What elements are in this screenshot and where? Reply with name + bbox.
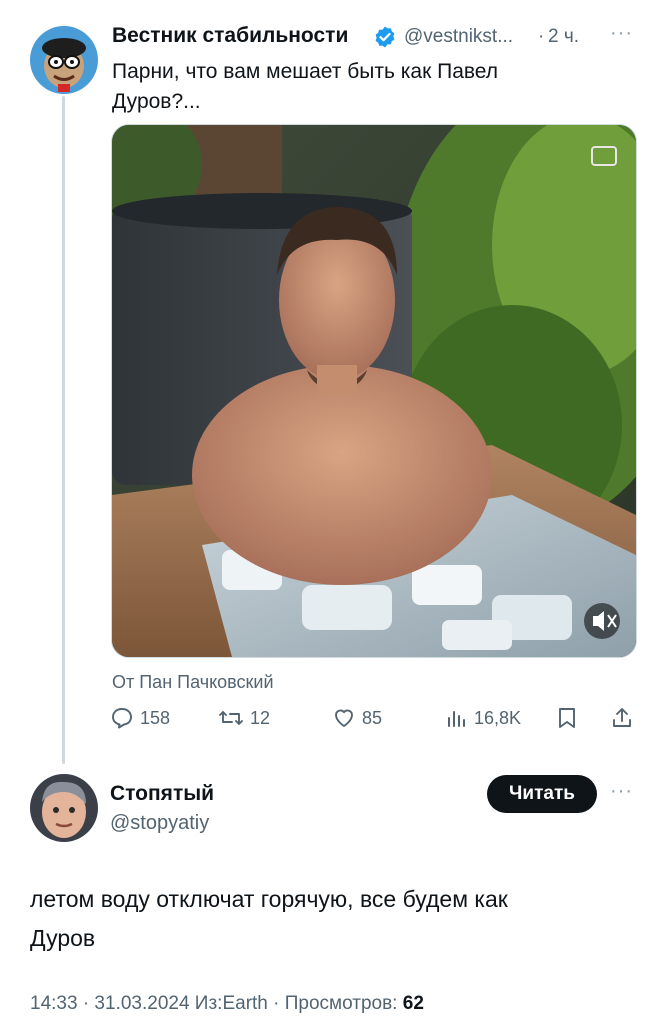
follow-button[interactable]: Читать: [487, 775, 597, 813]
reply-meta: 14:33 · 31.03.2024 Из:Earth · Просмотров…: [30, 993, 424, 1015]
verified-badge-icon: [373, 25, 397, 54]
reply-text-line1: летом воду отключат горячую, все будем к…: [30, 886, 508, 912]
retweet-icon: [218, 706, 244, 730]
reply-text-line2: Дуров: [30, 925, 96, 951]
retweet-count: 12: [250, 707, 271, 728]
reply-handle[interactable]: @stopyatiy: [110, 812, 209, 835]
reply-meta-text: 14:33 · 31.03.2024 Из:Earth · Просмотров…: [30, 993, 403, 1014]
avatar-vestnik[interactable]: [30, 26, 98, 94]
tweet-text-line2: Дуров?...: [112, 90, 201, 113]
tweet-video[interactable]: [111, 124, 637, 658]
reply-more-icon[interactable]: ···: [610, 780, 633, 803]
views-count: 16,8K: [474, 707, 522, 728]
like-count: 85: [362, 707, 383, 728]
views-action[interactable]: 16,8K: [444, 706, 521, 730]
bookmark-icon[interactable]: [556, 706, 578, 730]
heart-icon: [332, 706, 356, 730]
tweet-more-icon[interactable]: ···: [610, 22, 633, 45]
tweet-author-name[interactable]: Вестник стабильности: [112, 24, 348, 48]
like-action[interactable]: 85: [332, 706, 382, 730]
views-chart-icon: [444, 706, 468, 730]
reply-count: 158: [140, 707, 171, 728]
reply-action[interactable]: 158: [110, 706, 170, 730]
video-frame-image: [112, 125, 636, 657]
reply-icon: [110, 706, 134, 730]
share-icon[interactable]: [610, 706, 634, 730]
tweet-handle[interactable]: @vestnikst...: [404, 26, 513, 48]
thread-line: [62, 96, 65, 764]
tweet-separator: ·: [538, 26, 545, 47]
avatar-stopyatiy[interactable]: [30, 774, 98, 842]
retweet-action[interactable]: 12: [218, 706, 270, 730]
reply-views-count: 62: [402, 993, 424, 1014]
tweet-time[interactable]: 2 ч.: [548, 26, 579, 48]
reply-author-name[interactable]: Стопятый: [110, 782, 214, 806]
tweet-text-line1: Парни, что вам мешает быть как Павел: [112, 60, 499, 83]
media-attribution[interactable]: От Пан Пачковский: [112, 672, 274, 693]
